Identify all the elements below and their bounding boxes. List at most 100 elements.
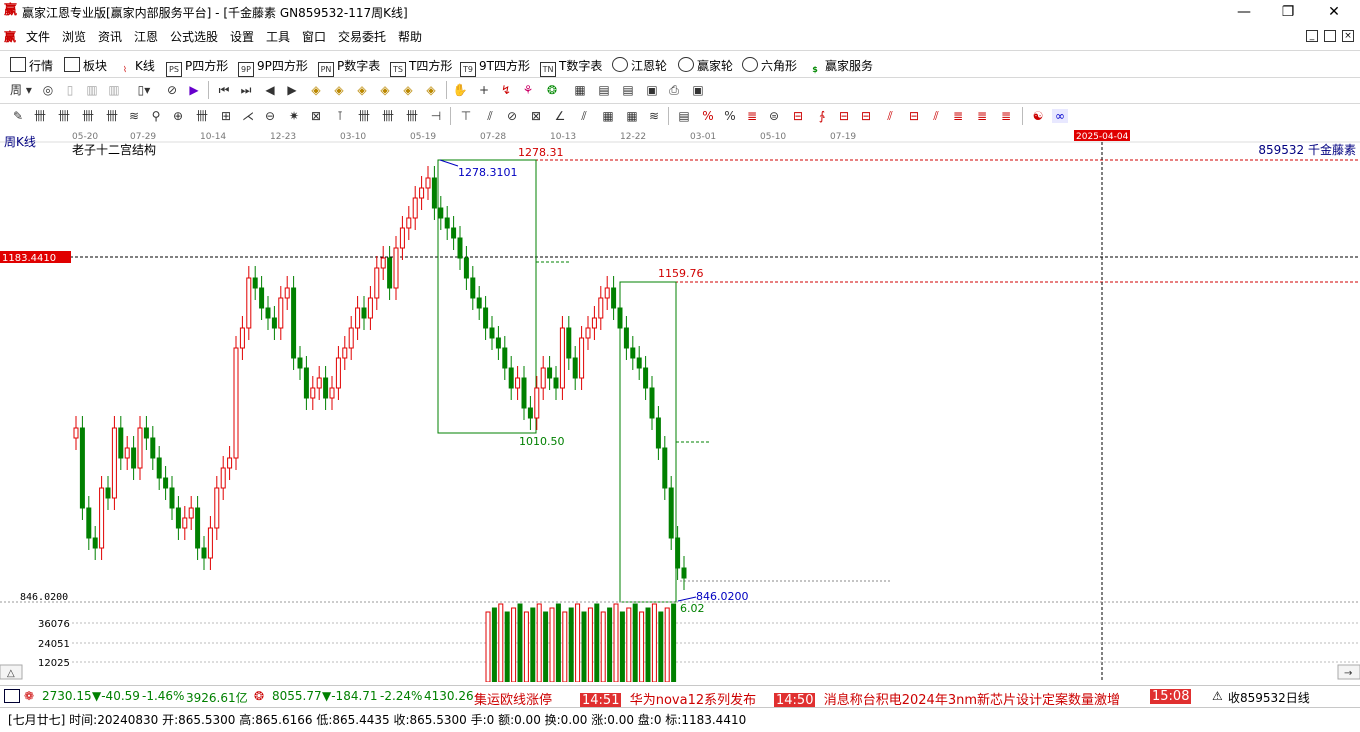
menu-file[interactable]: 文件 [26,28,50,45]
chart-area[interactable]: 05-20 07-29 10-14 12-23 03-10 05-19 07-28 10-13… [0,128,1360,683]
toolbar-quotes-button[interactable]: 行情 [10,57,53,74]
number-icon[interactable]: ❂ [544,83,560,97]
draw-tool-29-icon[interactable]: % [700,109,716,123]
next-icon[interactable]: ▶ [284,83,300,97]
draw-tool-7-icon[interactable]: ⊕ [170,109,186,123]
calc-icon[interactable]: ▤ [596,83,612,97]
draw-tool-5-icon[interactable]: ≋ [126,109,142,123]
draw-tool-16-icon[interactable]: 卌 [380,109,396,123]
first-icon[interactable]: ⏮ [216,83,232,97]
zoom-icon[interactable]: ⊘ [164,83,180,97]
draw-tool-21-icon[interactable]: ⊘ [504,109,520,123]
maximize-button[interactable]: ❐ [1268,2,1308,22]
last-icon[interactable]: ⏭ [238,83,254,97]
draw-tool-38-icon[interactable]: ⊟ [906,109,922,123]
bars2-icon[interactable]: ▥ [106,83,122,97]
draw-tool-40-icon[interactable]: ≣ [950,109,966,123]
draw-tool-1-icon[interactable]: 卌 [32,109,48,123]
diamond6-icon[interactable]: ◈ [423,83,439,97]
crosshair-icon[interactable]: + [476,83,492,97]
mdi-close-button[interactable]: × [1342,30,1354,42]
news-item-3[interactable]: 14:50 消息称台积电2024年3nm新芯片设计定案数量激增 [774,689,1120,708]
draw-tool-17-icon[interactable]: 卌 [404,109,420,123]
draw-tool-20-icon[interactable]: ⫽ [482,109,498,123]
draw-tool-25-icon[interactable]: ▦ [600,109,616,123]
layout-icon[interactable] [4,689,20,703]
draw-tool-23-icon[interactable]: ∠ [552,109,568,123]
draw-tool-3-icon[interactable]: 卌 [80,109,96,123]
draw-tool-10-icon[interactable]: ⋌ [240,109,256,123]
yin-yang-icon[interactable]: ☯ [1030,109,1046,123]
draw-tool-15-icon[interactable]: 卌 [356,109,372,123]
menu-settings[interactable]: 设置 [230,28,254,45]
draw-tool-36-icon[interactable]: ⊟ [858,109,874,123]
close-button[interactable]: ✕ [1314,2,1354,22]
app-menu-icon[interactable]: 赢 [4,28,16,45]
draw-tool-22-icon[interactable]: ⊠ [528,109,544,123]
toolbar-9p-square-button[interactable]: 9P 9P四方形 [238,57,308,77]
draw-tool-2-icon[interactable]: 卌 [56,109,72,123]
toolbar-kline-button[interactable]: ⌇ K线 [118,57,155,76]
toolbar-9t-square-button[interactable]: T9 9T四方形 [460,57,530,77]
draw-tool-37-icon[interactable]: ⫽ [882,109,898,123]
kline-chart[interactable]: 05-20 07-29 10-14 12-23 03-10 05-19 07-28 10-13… [0,128,1360,683]
draw-tool-28-icon[interactable]: ▤ [676,109,692,123]
hand-icon[interactable]: ✋ [452,83,468,97]
alert-icon[interactable]: ⚠ [1212,689,1223,703]
save-icon[interactable]: ▣ [644,83,660,97]
menu-gann[interactable]: 江恩 [134,28,158,45]
calendar-icon[interactable]: ▦ [572,83,588,97]
draw-tool-14-icon[interactable]: ⊺ [332,109,348,123]
draw-tool-39-icon[interactable]: ⫽ [928,109,944,123]
diamond3-icon[interactable]: ◈ [354,83,370,97]
menu-formula[interactable]: 公式选股 [170,28,218,45]
print-icon[interactable]: ⎙ [666,83,682,97]
draw-tool-35-icon[interactable]: ⊟ [836,109,852,123]
diamond1-icon[interactable]: ◈ [308,83,324,97]
toolbar-hexagon-button[interactable]: 六角形 [742,57,797,74]
doc-icon[interactable]: ▯ [62,83,78,97]
draw-tool-12-icon[interactable]: ✷ [286,109,302,123]
minimize-button[interactable]: — [1224,2,1264,22]
diamond4-icon[interactable]: ◈ [377,83,393,97]
bars-icon[interactable]: ▥ [84,83,100,97]
draw-tool-6-icon[interactable]: ⚲ [148,109,164,123]
draw-tool-4-icon[interactable]: 卌 [104,109,120,123]
draw-tool-42-icon[interactable]: ≣ [998,109,1014,123]
menu-browse[interactable]: 浏览 [62,28,86,45]
pattern-icon[interactable]: ⚘ [520,83,536,97]
mdi-restore-button[interactable] [1324,30,1336,42]
menu-trade[interactable]: 交易委托 [338,28,386,45]
draw-tool-19-icon[interactable]: ⊤ [458,109,474,123]
report-icon[interactable]: ▤ [620,83,636,97]
menu-tools[interactable]: 工具 [266,28,290,45]
percent-icon[interactable]: % [722,109,738,123]
indicator-icon[interactable]: ▶ [186,83,202,97]
diamond5-icon[interactable]: ◈ [400,83,416,97]
menu-help[interactable]: 帮助 [398,28,422,45]
draw-tool-32-icon[interactable]: ⊜ [766,109,782,123]
news-item-2[interactable]: 14:51 华为nova12系列发布 [580,689,756,708]
news-item-1[interactable]: 集运欧线涨停 [474,689,552,708]
draw-tool-13-icon[interactable]: ⊠ [308,109,324,123]
export-icon[interactable]: ▣ [690,83,706,97]
toolbar-t-square-button[interactable]: TS T四方形 [390,57,452,77]
draw-tool-27-icon[interactable]: ≋ [646,109,662,123]
toolbar-service-button[interactable]: $ 赢家服务 [808,57,873,76]
toolbar-gann-wheel-button[interactable]: 江恩轮 [612,57,667,74]
menu-window[interactable]: 窗口 [302,28,326,45]
draw-tool-26-icon[interactable]: ▦ [624,109,640,123]
trend-icon[interactable]: ↯ [498,83,514,97]
toolbar-p-square-button[interactable]: PS P四方形 [166,57,228,77]
refresh-icon[interactable]: ◎ [40,83,56,97]
prev-icon[interactable]: ◀ [262,83,278,97]
toolbar-blocks-button[interactable]: 板块 [64,57,107,74]
draw-tool-11-icon[interactable]: ⊖ [262,109,278,123]
diamond2-icon[interactable]: ◈ [331,83,347,97]
draw-tool-9-icon[interactable]: ⊞ [218,109,234,123]
draw-tool-34-icon[interactable]: ∱ [814,109,830,123]
pen-icon[interactable]: ✎ [10,109,26,123]
infinity-icon[interactable]: ∞ [1052,109,1068,123]
menu-info[interactable]: 资讯 [98,28,122,45]
period-select[interactable]: 周 ▾ [10,83,34,97]
